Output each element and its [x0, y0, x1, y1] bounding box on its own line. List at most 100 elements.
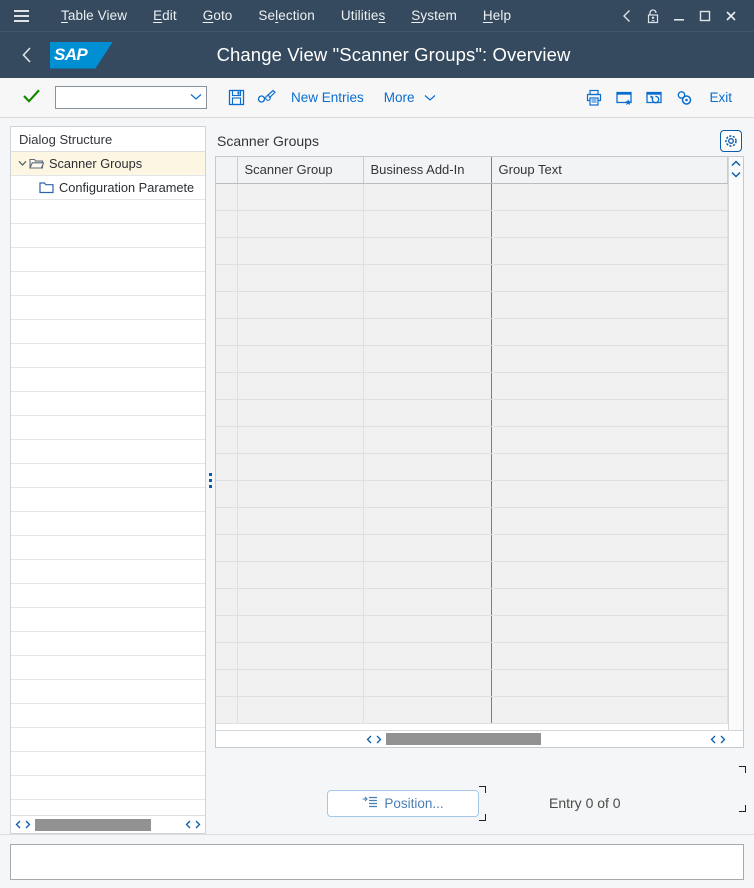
row-select-cell[interactable] [216, 210, 237, 237]
table-empty-row[interactable] [216, 291, 728, 318]
menu-item-table-view[interactable]: Table View [48, 4, 140, 27]
exit-button[interactable]: Exit [699, 86, 742, 109]
row-select-cell[interactable] [216, 372, 237, 399]
position-button[interactable]: Position... [327, 790, 479, 817]
close-icon[interactable] [718, 3, 744, 29]
tree-empty-row[interactable] [11, 680, 205, 704]
table-cell[interactable] [363, 480, 491, 507]
table-cell[interactable] [491, 291, 728, 318]
panel-splitter[interactable] [206, 126, 215, 834]
table-cell[interactable] [363, 183, 491, 210]
table-cell[interactable] [237, 237, 363, 264]
tree-empty-row[interactable] [11, 320, 205, 344]
column-header-business-add-in[interactable]: Business Add-In [363, 157, 491, 183]
print-icon[interactable] [579, 84, 609, 112]
tree-empty-row[interactable] [11, 344, 205, 368]
tree-empty-row[interactable] [11, 248, 205, 272]
table-empty-row[interactable] [216, 534, 728, 561]
dialog-structure-tree[interactable]: Scanner Groups Configuration Paramete [11, 152, 205, 815]
new-entries-button[interactable]: New Entries [281, 86, 374, 109]
table-empty-row[interactable] [216, 642, 728, 669]
restore-window-icon[interactable] [639, 84, 669, 112]
tree-empty-row[interactable] [11, 536, 205, 560]
table-cell[interactable] [237, 318, 363, 345]
table-empty-row[interactable] [216, 696, 728, 723]
table-cell[interactable] [491, 669, 728, 696]
row-select-cell[interactable] [216, 588, 237, 615]
table-empty-row[interactable] [216, 561, 728, 588]
column-header-group-text[interactable]: Group Text [491, 157, 728, 183]
scroll-track[interactable] [386, 732, 706, 746]
table-cell[interactable] [237, 534, 363, 561]
table-cell[interactable] [363, 426, 491, 453]
table-cell[interactable] [491, 318, 728, 345]
table-cell[interactable] [237, 399, 363, 426]
chevron-up-icon[interactable] [731, 159, 741, 170]
row-select-cell[interactable] [216, 345, 237, 372]
table-cell[interactable] [491, 264, 728, 291]
table-cell[interactable] [237, 426, 363, 453]
tree-empty-row[interactable] [11, 608, 205, 632]
table-cell[interactable] [237, 561, 363, 588]
tree-empty-row[interactable] [11, 488, 205, 512]
table-cell[interactable] [237, 507, 363, 534]
table-cell[interactable] [363, 588, 491, 615]
table-cell[interactable] [491, 642, 728, 669]
row-select-cell[interactable] [216, 453, 237, 480]
table-cell[interactable] [491, 507, 728, 534]
table-empty-row[interactable] [216, 345, 728, 372]
scroll-left-arrows-icon[interactable] [11, 820, 35, 829]
status-message-field[interactable] [10, 844, 744, 880]
row-select-cell[interactable] [216, 534, 237, 561]
table-cell[interactable] [363, 561, 491, 588]
hamburger-menu-icon[interactable] [10, 5, 32, 27]
chevron-down-icon[interactable] [188, 92, 202, 104]
command-input[interactable] [60, 90, 188, 106]
table-cell[interactable] [363, 345, 491, 372]
table-empty-row[interactable] [216, 183, 728, 210]
table-empty-row[interactable] [216, 453, 728, 480]
table-cell[interactable] [491, 453, 728, 480]
table-cell[interactable] [237, 642, 363, 669]
table-cell[interactable] [491, 480, 728, 507]
scanner-groups-table[interactable]: Scanner Group Business Add-In Group Text [216, 157, 728, 724]
tree-empty-row[interactable] [11, 584, 205, 608]
tree-empty-row[interactable] [11, 656, 205, 680]
table-cell[interactable] [363, 696, 491, 723]
tree-empty-row[interactable] [11, 440, 205, 464]
tree-empty-row[interactable] [11, 776, 205, 800]
chevron-down-icon[interactable] [731, 170, 741, 181]
table-cell[interactable] [363, 318, 491, 345]
row-select-cell[interactable] [216, 561, 237, 588]
scroll-thumb[interactable] [386, 733, 541, 745]
table-cell[interactable] [491, 426, 728, 453]
table-cell[interactable] [237, 480, 363, 507]
row-select-cell[interactable] [216, 237, 237, 264]
table-cell[interactable] [237, 372, 363, 399]
table-cell[interactable] [237, 669, 363, 696]
table-cell[interactable] [363, 642, 491, 669]
menu-item-help[interactable]: Help [470, 4, 524, 27]
table-cell[interactable] [363, 291, 491, 318]
table-cell[interactable] [237, 264, 363, 291]
table-cell[interactable] [363, 264, 491, 291]
sidebar-item-configuration-parameters[interactable]: Configuration Paramete [11, 176, 205, 200]
table-cell[interactable] [363, 210, 491, 237]
table-cell[interactable] [491, 561, 728, 588]
table-cell[interactable] [237, 210, 363, 237]
sidebar-item-scanner-groups[interactable]: Scanner Groups [11, 152, 205, 176]
nav-back-icon[interactable] [14, 46, 40, 64]
tree-empty-row[interactable] [11, 224, 205, 248]
table-empty-row[interactable] [216, 480, 728, 507]
display-change-icon[interactable] [251, 84, 281, 112]
more-button[interactable]: More [374, 86, 447, 109]
create-shortcut-icon[interactable] [609, 84, 639, 112]
check-icon[interactable] [22, 88, 41, 108]
gear-icon[interactable] [720, 130, 742, 152]
table-cell[interactable] [491, 534, 728, 561]
tree-empty-row[interactable] [11, 752, 205, 776]
save-icon[interactable] [221, 84, 251, 112]
minimize-icon[interactable] [666, 3, 692, 29]
table-cell[interactable] [237, 345, 363, 372]
command-field[interactable] [55, 86, 207, 109]
